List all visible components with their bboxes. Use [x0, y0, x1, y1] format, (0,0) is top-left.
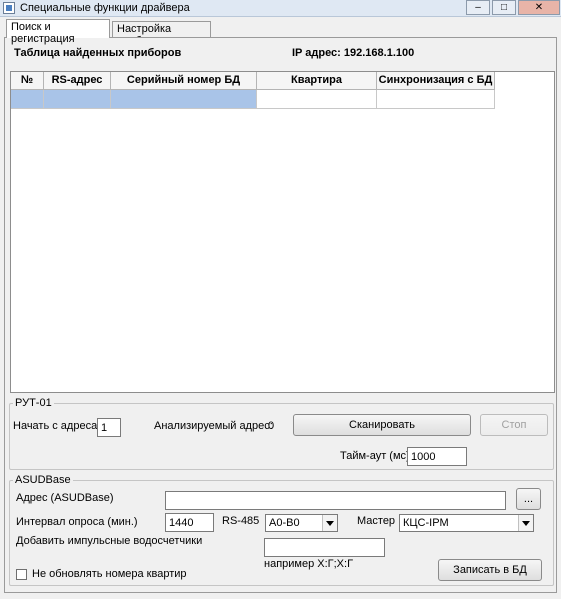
no-update-label: Не обновлять номера квартир	[32, 568, 187, 580]
table-cell[interactable]	[111, 90, 257, 109]
maximize-button[interactable]: □	[492, 0, 516, 15]
table-cell[interactable]	[11, 90, 44, 109]
column-header-serial-number[interactable]: Серийный номер БД	[111, 72, 257, 90]
add-meters-label: Добавить импульсные водосчетчики	[16, 535, 203, 547]
column-header-number[interactable]: №	[11, 72, 44, 90]
app-icon	[3, 2, 15, 14]
table-title: Таблица найденных приборов	[14, 47, 182, 59]
scan-button[interactable]: Сканировать	[293, 414, 471, 436]
stop-button[interactable]: Стоп	[480, 414, 548, 436]
poll-interval-label: Интервал опроса (мин.)	[16, 516, 138, 528]
rs485-select[interactable]: A0-B0	[265, 514, 338, 532]
devices-table[interactable]: № RS-адрес Серийный номер БД Квартира Си…	[10, 71, 555, 393]
asudbase-address-input[interactable]	[165, 491, 506, 510]
minimize-icon: –	[475, 2, 481, 13]
close-icon: ✕	[534, 2, 544, 13]
chevron-down-icon[interactable]	[322, 515, 337, 531]
timeout-label: Тайм-аут (мс)	[340, 450, 410, 462]
master-value: КЦС-IPM	[403, 517, 449, 529]
add-meters-input[interactable]	[264, 538, 385, 557]
analyzed-address-label: Анализируемый адрес:	[154, 420, 273, 432]
column-header-apartment[interactable]: Квартира	[257, 72, 377, 90]
column-header-sync[interactable]: Синхронизация с БД	[377, 72, 495, 90]
table-cell[interactable]	[257, 90, 377, 109]
tab-device-settings[interactable]: Настройка прибора	[112, 21, 211, 47]
table-cell[interactable]	[377, 90, 495, 109]
start-address-input[interactable]	[97, 418, 121, 437]
master-select[interactable]: КЦС-IPM	[399, 514, 534, 532]
minimize-button[interactable]: –	[466, 0, 490, 15]
example-hint: например Х:Г;Х:Г	[264, 558, 354, 570]
asudbase-address-label: Адрес (ASUDBase)	[16, 492, 114, 504]
save-to-db-button[interactable]: Записать в БД	[438, 559, 542, 581]
table-cell[interactable]	[44, 90, 111, 109]
chevron-down-icon[interactable]	[518, 515, 533, 531]
analyzed-address-value: 0	[268, 420, 275, 432]
column-header-rs-address[interactable]: RS-адрес	[44, 72, 111, 90]
no-update-checkbox[interactable]	[16, 569, 27, 580]
rut-group	[9, 403, 554, 470]
maximize-icon: □	[500, 2, 508, 13]
ip-address-label: IP адрес: 192.168.1.100	[292, 47, 415, 59]
window-title: Специальные функции драйвера	[20, 2, 190, 14]
rut-group-label: РУТ-01	[13, 397, 54, 409]
timeout-input[interactable]	[407, 447, 467, 466]
close-button[interactable]: ✕	[518, 0, 560, 15]
rs485-label: RS-485	[222, 515, 260, 527]
asudbase-group-label: ASUDBase	[13, 474, 73, 486]
poll-interval-input[interactable]	[165, 513, 214, 532]
start-address-label: Начать с адреса	[13, 420, 98, 432]
rs485-value: A0-B0	[269, 517, 300, 529]
tab-search-registration[interactable]: Поиск и регистрация	[6, 19, 110, 45]
master-label: Мастер	[357, 515, 396, 527]
browse-button[interactable]: ...	[516, 488, 541, 510]
